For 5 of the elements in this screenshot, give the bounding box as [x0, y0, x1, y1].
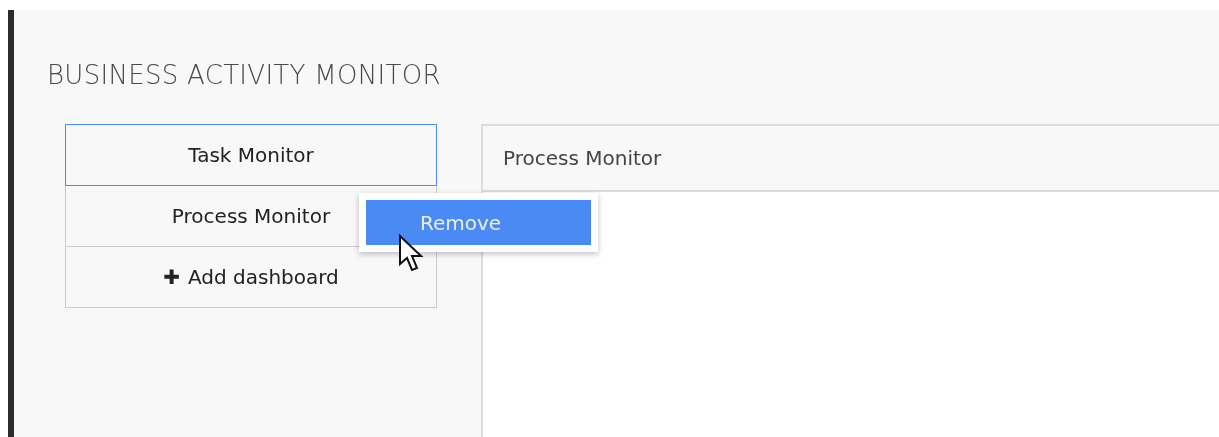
- plus-icon: ✚: [163, 262, 180, 292]
- panel-header: Process Monitor: [483, 126, 1219, 192]
- add-dashboard-button[interactable]: ✚ Add dashboard: [65, 246, 437, 308]
- dashboard-tab[interactable]: Task Monitor: [65, 124, 437, 186]
- page-title: BUSINESS ACTIVITY MONITOR: [47, 60, 442, 90]
